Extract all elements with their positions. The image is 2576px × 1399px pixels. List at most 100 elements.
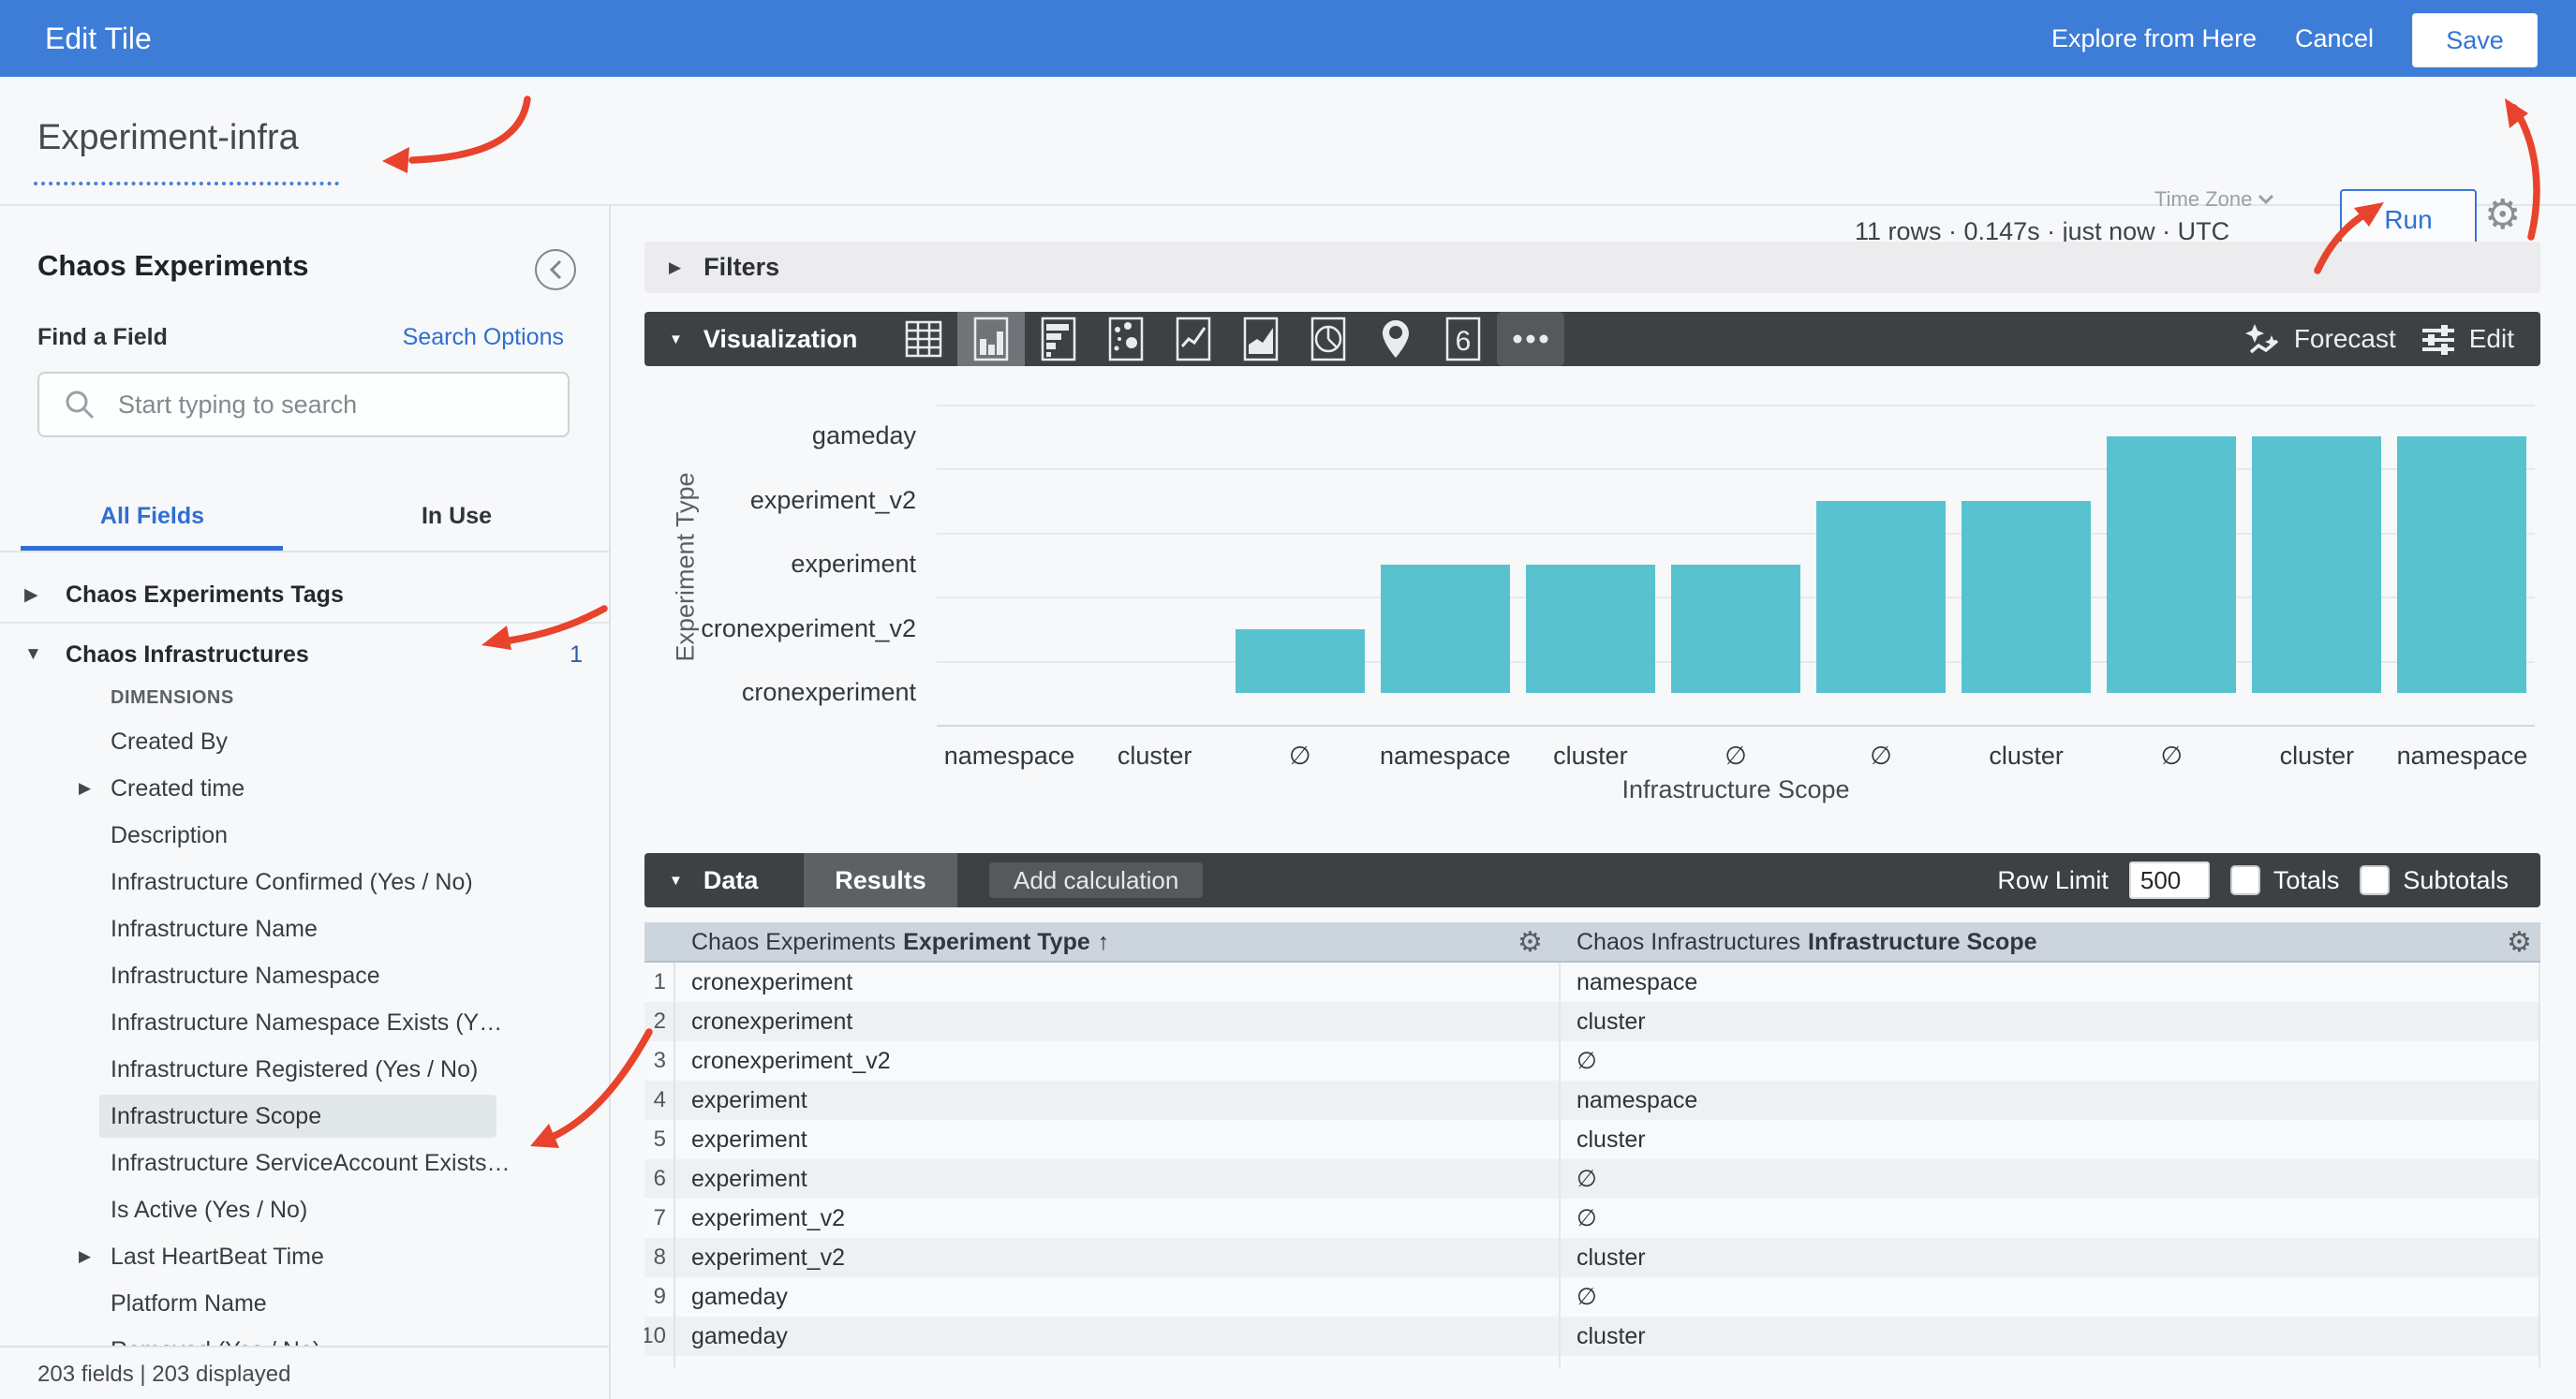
viz-type-single-value[interactable]: 6: [1429, 312, 1497, 366]
save-button[interactable]: Save: [2412, 13, 2538, 67]
field-item-label: Created By: [111, 729, 228, 756]
chart-bar[interactable]: [1381, 565, 1510, 693]
gear-icon[interactable]: ⚙: [2507, 922, 2532, 963]
single-value-icon: 6: [1443, 317, 1484, 361]
row-number: [644, 1356, 675, 1367]
totals-checkbox[interactable]: [2230, 865, 2260, 895]
cell-experiment-type: cronexperiment: [675, 1002, 1561, 1041]
field-count-text: 203 fields | 203 displayed: [37, 1362, 290, 1388]
viz-type-column-chart[interactable]: [957, 312, 1025, 366]
chart-bar[interactable]: [1962, 501, 2091, 694]
field-item-row[interactable]: Removed (Yes / No): [0, 1327, 609, 1346]
chevron-down-icon: [2258, 194, 2274, 205]
cell-experiment-type: gameday: [675, 1277, 1561, 1317]
chart-bar[interactable]: [2252, 436, 2381, 693]
viz-type-line-chart[interactable]: [1160, 312, 1227, 366]
field-item-row[interactable]: Infrastructure Namespace: [0, 952, 609, 999]
add-calculation-button[interactable]: Add calculation: [989, 862, 1203, 898]
cell-infrastructure-scope: cluster: [1561, 1317, 2540, 1356]
query-header: Experiment-infra 11 rows · 0.147s · just…: [0, 77, 2576, 206]
chart-bar[interactable]: [1236, 629, 1365, 694]
table-row[interactable]: 7experiment_v2∅: [644, 1199, 2540, 1238]
column-chart-icon: [970, 317, 1012, 361]
caret-right-icon[interactable]: ▶: [79, 779, 91, 798]
field-item-row[interactable]: ▶Created time: [0, 765, 609, 812]
cell-infrastructure-scope: [1561, 1356, 2540, 1367]
table-chart-icon: [903, 317, 944, 361]
table-row[interactable]: 4experimentnamespace: [644, 1081, 2540, 1120]
field-item-row[interactable]: Description: [0, 812, 609, 859]
filters-section-bar[interactable]: ▶ Filters: [644, 242, 2540, 293]
table-row[interactable]: 3cronexperiment_v2∅: [644, 1041, 2540, 1081]
x-axis-tick-label: namespace: [2390, 742, 2535, 771]
field-item-label: Infrastructure Namespace Exists (Y…: [111, 1009, 502, 1037]
viz-type-more-options[interactable]: [1497, 312, 1564, 366]
field-section-row: DIMENSIONS: [0, 678, 609, 718]
caret-right-icon[interactable]: ▶: [24, 584, 38, 606]
field-item-row[interactable]: Created By: [0, 718, 609, 765]
caret-down-icon[interactable]: ▼: [669, 331, 683, 347]
field-group-row[interactable]: ▶Chaos Experiments Tags: [0, 571, 609, 618]
forecast-sparkle-icon: [2243, 322, 2281, 356]
column-header-experiment-type[interactable]: Chaos ExperimentsExperiment Type↑: [691, 922, 1516, 963]
tile-title[interactable]: Experiment-infra: [37, 118, 299, 158]
field-item-row[interactable]: Infrastructure Name: [0, 906, 609, 952]
cell-infrastructure-scope: cluster: [1561, 1002, 2540, 1041]
cell-infrastructure-scope: ∅: [1561, 1159, 2540, 1199]
results-tab[interactable]: Results: [804, 853, 957, 907]
x-axis-tick-label: ∅: [1663, 742, 1808, 771]
chart-gridline: [937, 405, 2535, 406]
field-item-row[interactable]: Is Active (Yes / No): [0, 1186, 609, 1233]
field-item-row[interactable]: Infrastructure Registered (Yes / No): [0, 1046, 609, 1093]
chart-bar[interactable]: [2397, 436, 2526, 693]
gear-icon[interactable]: ⚙: [2484, 195, 2521, 236]
viz-type-area-chart[interactable]: [1227, 312, 1295, 366]
field-item-row[interactable]: Infrastructure Scope: [0, 1093, 609, 1140]
explore-from-here-button[interactable]: Explore from Here: [2051, 24, 2257, 53]
viz-type-pie-chart[interactable]: [1295, 312, 1362, 366]
caret-right-icon: ▶: [669, 258, 681, 277]
table-row[interactable]: 9gameday∅: [644, 1277, 2540, 1317]
field-item-row[interactable]: Infrastructure Namespace Exists (Y…: [0, 999, 609, 1046]
row-limit-label: Row Limit: [1997, 866, 2109, 895]
table-row[interactable]: 8experiment_v2cluster: [644, 1238, 2540, 1277]
caret-down-icon[interactable]: ▼: [24, 644, 42, 665]
chart-type-picker: 6: [890, 312, 1564, 366]
viz-type-map-chart[interactable]: [1362, 312, 1429, 366]
column-chart[interactable]: cronexperimentcronexperiment_v2experimen…: [644, 373, 2540, 828]
subtotals-label: Subtotals: [2403, 866, 2509, 895]
row-limit-input[interactable]: [2129, 861, 2210, 899]
field-item-row[interactable]: Infrastructure ServiceAccount Exists…: [0, 1140, 609, 1186]
visualization-section-bar: ▼ Visualization 6 Forecast Edit: [644, 312, 2540, 366]
table-row[interactable]: 10gamedaycluster: [644, 1317, 2540, 1356]
caret-right-icon[interactable]: ▶: [79, 1247, 91, 1266]
cell-experiment-type: cronexperiment: [675, 963, 1561, 1002]
column-header-infrastructure-scope[interactable]: Chaos InfrastructuresInfrastructure Scop…: [1577, 922, 2476, 963]
forecast-button[interactable]: Forecast: [2243, 322, 2396, 356]
table-row[interactable]: 2cronexperimentcluster: [644, 1002, 2540, 1041]
field-item-row[interactable]: Infrastructure Confirmed (Yes / No): [0, 859, 609, 906]
chart-bar[interactable]: [1671, 565, 1800, 693]
viz-type-table-chart[interactable]: [890, 312, 957, 366]
table-row[interactable]: 6experiment∅: [644, 1159, 2540, 1199]
cancel-button[interactable]: Cancel: [2295, 24, 2374, 53]
chart-bar[interactable]: [2107, 436, 2236, 693]
subtotals-checkbox[interactable]: [2360, 865, 2390, 895]
chart-bar[interactable]: [1816, 501, 1946, 694]
scatter-chart-icon: [1105, 317, 1147, 361]
table-row[interactable]: 1cronexperimentnamespace: [644, 963, 2540, 1002]
timezone-selector[interactable]: Time Zone: [2154, 187, 2274, 212]
field-group-row[interactable]: ▼Chaos Infrastructures1: [0, 631, 609, 678]
table-row[interactable]: 5experimentcluster: [644, 1120, 2540, 1159]
row-number: 5: [644, 1120, 675, 1159]
field-item-row[interactable]: Platform Name: [0, 1280, 609, 1327]
chart-bar[interactable]: [1526, 565, 1655, 693]
totals-label: Totals: [2273, 866, 2340, 895]
gear-icon[interactable]: ⚙: [1517, 922, 1543, 963]
field-item-row[interactable]: ▶Last HeartBeat Time: [0, 1233, 609, 1280]
cell-infrastructure-scope: ∅: [1561, 1277, 2540, 1317]
caret-down-icon[interactable]: ▼: [669, 873, 683, 889]
edit-viz-button[interactable]: Edit: [2421, 323, 2514, 355]
viz-type-bar-chart[interactable]: [1025, 312, 1092, 366]
viz-type-scatter-chart[interactable]: [1092, 312, 1160, 366]
